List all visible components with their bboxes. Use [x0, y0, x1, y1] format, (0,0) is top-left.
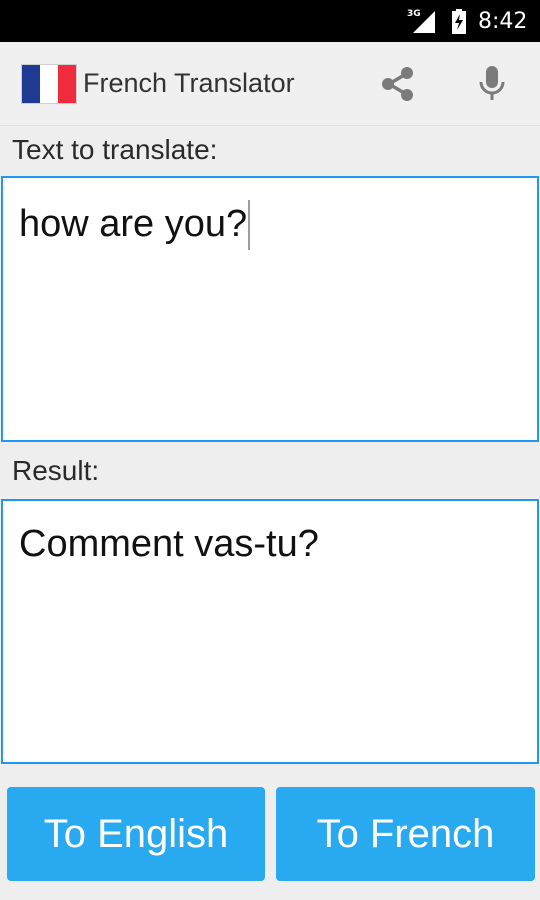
signal-icon	[413, 11, 435, 33]
microphone-icon[interactable]	[468, 60, 516, 108]
result-label: Result:	[12, 455, 100, 486]
share-icon[interactable]	[374, 60, 422, 108]
app-bar: French Translator	[0, 42, 540, 126]
battery-charging-icon	[452, 9, 466, 34]
translate-input[interactable]: how are you?	[1, 176, 539, 442]
input-label: Text to translate:	[12, 134, 218, 165]
status-clock: 8:42	[478, 9, 528, 34]
to-english-button[interactable]: To English	[7, 787, 265, 881]
flag-france-icon	[21, 64, 77, 104]
text-caret	[248, 200, 251, 250]
app-title: French Translator	[83, 68, 295, 98]
result-output[interactable]: Comment vas-tu?	[1, 499, 539, 764]
result-text: Comment vas-tu?	[19, 523, 319, 565]
app-screen: 3G 8:42 French Translator Text to transl…	[0, 0, 540, 900]
status-bar: 3G 8:42	[0, 0, 540, 42]
to-french-button[interactable]: To French	[276, 787, 535, 881]
translate-input-text: how are you?	[19, 203, 248, 245]
